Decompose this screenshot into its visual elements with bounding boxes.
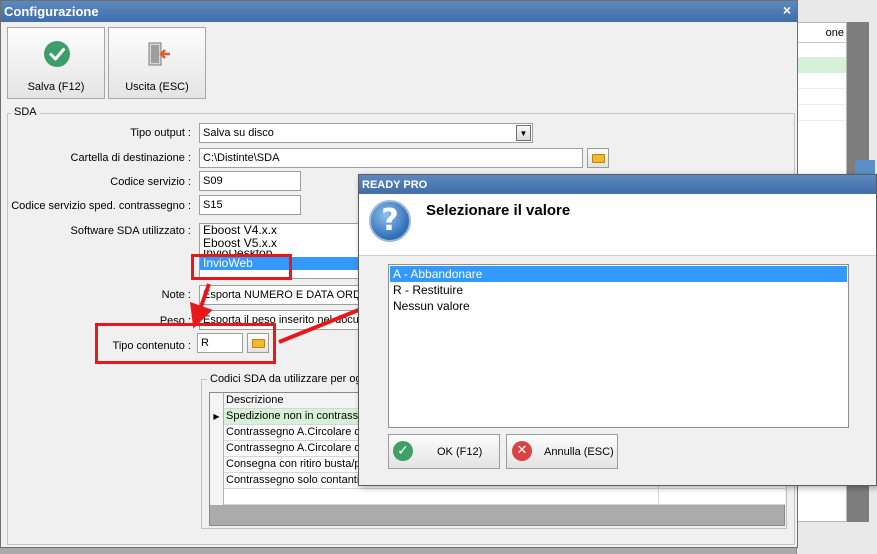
dialog-title: READY PRO — [359, 175, 876, 194]
value-option-selected[interactable]: A - Abbandonare — [390, 266, 847, 282]
value-option[interactable]: Nessun valore — [390, 298, 847, 314]
ok-button-label: OK (F12) — [437, 446, 483, 458]
value-listbox[interactable]: A - Abbandonare R - Restituire Nessun va… — [388, 264, 849, 428]
cancel-button-label: Annulla (ESC) — [544, 446, 614, 458]
cancel-button[interactable]: ✕ Annulla (ESC) — [506, 434, 618, 469]
dialog-header: ? Selezionare il valore — [359, 194, 876, 256]
annotation-arrow — [189, 283, 213, 329]
ok-button[interactable]: ✓ OK (F12) — [388, 434, 500, 469]
dialog-prompt: Selezionare il valore — [426, 202, 571, 219]
close-icon: ✕ — [512, 441, 532, 461]
value-option[interactable]: R - Restituire — [390, 282, 847, 298]
question-icon: ? — [369, 200, 411, 242]
checkmark-icon: ✓ — [393, 441, 413, 461]
select-value-dialog: READY PRO ? Selezionare il valore A - Ab… — [358, 174, 877, 486]
